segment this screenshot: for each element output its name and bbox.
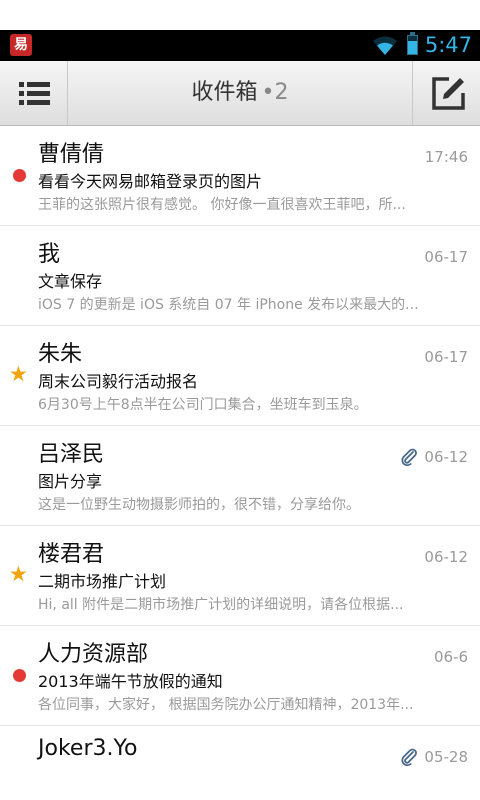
message-preview: 这是一位野生动物摄影师拍的，很不错，分享给你。 xyxy=(38,497,360,513)
compose-icon xyxy=(432,77,465,110)
message-date: 06-17 xyxy=(424,348,468,366)
message-row[interactable]: ★ 楼君君 06-12 二期市场推广计划 Hi, all 附件是二期市场推广计划的详细说… xyxy=(0,526,480,626)
status-bar: 易 5:47 xyxy=(0,30,480,61)
message-subject: 周末公司毅行活动报名 xyxy=(38,372,199,391)
message-row[interactable]: 吕泽民 06-12 图片分享这是一位野生动物摄影师拍的，很不错，分享给你。 xyxy=(0,426,480,526)
message-preview: 各位同事，大家好， 根据国务院办公厅通知精神，2013年... xyxy=(38,697,414,713)
message-date: 06-17 xyxy=(424,248,468,266)
app-header: 收件箱 •2 xyxy=(0,61,480,126)
message-preview: 王菲的这张照片很有感觉。 你好像一直很喜欢王菲吧，所... xyxy=(38,197,406,213)
message-sender: 朱朱 xyxy=(38,342,83,367)
message-list: 曹倩倩 17:46 看看今天网易邮箱登录页的图片王菲的这张照片很有感觉。 你好像一直… xyxy=(0,126,480,770)
message-preview: iOS 7 的更新是 iOS 系统自 07 年 iPhone 发布以来最大的..… xyxy=(38,297,419,313)
bottom-blank-area xyxy=(0,770,480,800)
message-row[interactable]: 曹倩倩 17:46 看看今天网易邮箱登录页的图片王菲的这张照片很有感觉。 你好像一直… xyxy=(0,126,480,226)
message-row[interactable]: ★ 朱朱 06-17 周末公司毅行活动报名 6月30号上午8点半在公司门口集合，坐班车到… xyxy=(0,326,480,426)
message-sender: 曹倩倩 xyxy=(38,142,105,167)
message-sender: Joker3.Yo xyxy=(38,736,138,761)
star-icon[interactable]: ★ xyxy=(9,563,28,585)
attachment-icon xyxy=(401,748,417,767)
wifi-icon xyxy=(373,36,397,55)
message-sender: 楼君君 xyxy=(38,542,105,567)
message-subject: 图片分享 xyxy=(38,472,103,491)
page-title: 收件箱 •2 xyxy=(68,61,412,125)
message-subject: 二期市场推广计划 xyxy=(38,572,167,591)
message-sender: 人力资源部 xyxy=(38,642,149,667)
battery-icon xyxy=(407,32,418,55)
message-subject: 文章保存 xyxy=(38,272,103,291)
message-subject: 看看今天网易邮箱登录页的图片 xyxy=(38,172,263,191)
netease-mail-app-icon: 易 xyxy=(10,34,32,56)
menu-icon xyxy=(19,82,50,105)
message-sender: 我 xyxy=(38,242,61,267)
unread-count-badge: •2 xyxy=(261,80,289,105)
message-row[interactable]: Joker3.Yo 05-28 xyxy=(0,726,480,770)
message-sender: 吕泽民 xyxy=(38,442,105,467)
message-date: 05-28 xyxy=(424,748,468,766)
message-preview: 6月30号上午8点半在公司门口集合，坐班车到玉泉。 xyxy=(38,397,368,413)
status-time: 5:47 xyxy=(424,33,472,57)
star-icon[interactable]: ★ xyxy=(9,363,28,385)
compose-button[interactable] xyxy=(412,61,480,125)
message-date: 06-12 xyxy=(424,548,468,566)
unread-dot-icon xyxy=(13,669,26,682)
message-preview: Hi, all 附件是二期市场推广计划的详细说明，请各位根据... xyxy=(38,597,404,613)
message-row[interactable]: 人力资源部 06-6 2013年端午节放假的通知各位同事，大家好， 根据国务院办公厅… xyxy=(0,626,480,726)
message-date: 06-12 xyxy=(424,448,468,466)
inbox-title: 收件箱 xyxy=(191,80,258,105)
message-row[interactable]: 我 06-17 文章保存 iOS 7 的更新是 iOS 系统自 07 年 iPhone… xyxy=(0,226,480,326)
unread-dot-icon xyxy=(13,169,26,182)
message-date: 06-6 xyxy=(433,648,468,666)
message-subject: 2013年端午节放假的通知 xyxy=(38,672,223,691)
attachment-icon xyxy=(401,448,417,467)
message-date: 17:46 xyxy=(424,148,468,166)
menu-button[interactable] xyxy=(0,61,68,125)
